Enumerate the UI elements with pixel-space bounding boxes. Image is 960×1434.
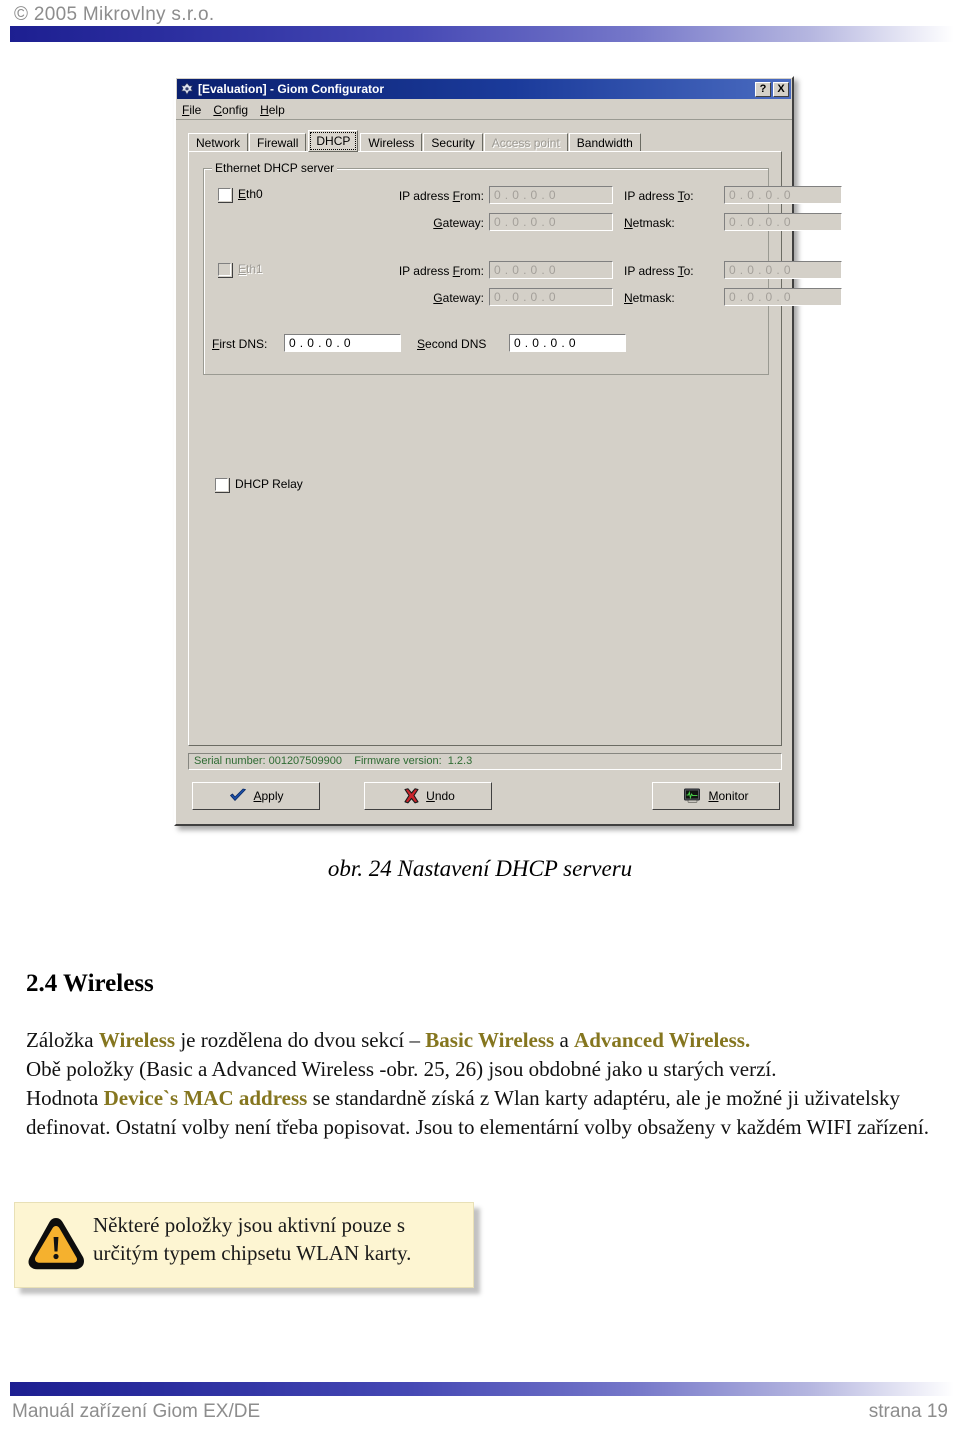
giom-configurator-window: [Evaluation] - Giom Configurator ? X Fil… — [174, 76, 842, 826]
tab-wireless[interactable]: Wireless — [360, 133, 423, 152]
body-text: Záložka Wireless je rozdělena do dvou se… — [26, 1026, 938, 1142]
eth1-ip-to-label: IP adress To: — [624, 264, 694, 278]
dhcp-relay-checkbox[interactable] — [215, 477, 228, 491]
monitor-icon — [683, 787, 703, 805]
p1-highlight-wireless: Wireless — [98, 1028, 176, 1052]
eth1-netmask-input: 0 . 0 . 0 . 0 — [724, 288, 842, 306]
undo-button-label: Undo — [426, 789, 455, 803]
eth0-ip-from-label: IP adress From: — [398, 189, 484, 203]
footer-page-number: strana 19 — [868, 1401, 948, 1422]
eth1-label: Eth1 — [238, 262, 263, 276]
eth1-checkbox-row: Eth1 — [218, 262, 263, 276]
page-header-copyright: © 2005 Mikrovlny s.r.o. — [14, 4, 215, 25]
monitor-button[interactable]: Monitor — [652, 782, 780, 810]
paragraph-2: Obě položky (Basic a Advanced Wireless -… — [26, 1057, 777, 1081]
eth0-ip-from-input[interactable]: 0 . 0 . 0 . 0 — [489, 186, 613, 204]
warning-callout: Některé položky jsou aktivní pouze s urč… — [14, 1202, 474, 1288]
eth1-ip-from-input: 0 . 0 . 0 . 0 — [489, 261, 613, 279]
eth0-netmask-input[interactable]: 0 . 0 . 0 . 0 — [724, 213, 842, 231]
undo-button[interactable]: Undo — [364, 782, 492, 810]
warning-triangle-icon — [23, 1213, 89, 1275]
eth1-netmask-label: Netmask: — [624, 291, 675, 305]
eth0-checkbox[interactable] — [218, 187, 231, 201]
tab-dhcp[interactable]: DHCP — [308, 130, 359, 152]
menu-bar: File Config Help — [176, 100, 792, 120]
window-titlebar[interactable]: [Evaluation] - Giom Configurator ? X — [177, 79, 791, 99]
tab-network[interactable]: Network — [188, 133, 249, 152]
paragraph-3: Hodnota Device`s MAC address se standard… — [26, 1084, 938, 1142]
second-dns-input[interactable]: 0 . 0 . 0 . 0 — [509, 334, 626, 352]
dhcp-tab-page: Ethernet DHCP server Eth0 IP adress From… — [188, 151, 842, 746]
apply-button[interactable]: Apply — [192, 782, 320, 810]
tab-bandwidth[interactable]: Bandwidth — [568, 133, 641, 152]
eth1-ip-from-label: IP adress From: — [398, 264, 484, 278]
app-logo-icon — [180, 82, 194, 96]
tab-firewall[interactable]: Firewall — [249, 133, 307, 152]
eth0-label: Eth0 — [238, 187, 263, 201]
p1-highlight-basic-wireless: Basic Wireless — [425, 1028, 555, 1052]
header-rule-bar — [10, 26, 954, 42]
eth0-ip-to-input[interactable]: 0 . 0 . 0 . 0 — [724, 186, 842, 204]
paragraph-1: Záložka Wireless je rozdělena do dvou se… — [26, 1026, 938, 1055]
menu-help-label: elp — [268, 102, 285, 117]
p1-text-a: Záložka — [26, 1028, 99, 1052]
blue-check-icon — [228, 787, 248, 805]
window-title: [Evaluation] - Giom Configurator — [198, 82, 384, 96]
tab-strip: Network Firewall DHCP Wireless Security … — [188, 130, 782, 152]
button-bar: Apply Undo Monitor — [188, 778, 782, 814]
p1-highlight-advanced-wireless: Advanced Wireless. — [574, 1028, 751, 1052]
eth0-ip-to-label: IP adress To: — [624, 189, 694, 203]
figure-caption: obr. 24 Nastavení DHCP serveru — [327, 856, 633, 881]
eth1-gateway-label: Gateway: — [433, 291, 484, 305]
footer-title: Manuál zařízení Giom EX/DE — [12, 1401, 261, 1422]
tab-access-point: Access point — [483, 133, 568, 152]
menu-file-label: ile — [189, 102, 202, 117]
menu-help[interactable]: Help — [260, 103, 285, 117]
eth1-checkbox — [218, 262, 231, 276]
menu-config-label: onfig — [222, 102, 249, 117]
eth0-gateway-input[interactable]: 0 . 0 . 0 . 0 — [489, 213, 613, 231]
menu-config[interactable]: Config — [213, 103, 248, 117]
monitor-button-label: Monitor — [708, 789, 749, 803]
eth0-gateway-label: Gateway: — [433, 216, 484, 230]
help-button[interactable]: ? — [755, 81, 771, 97]
eth1-gateway-input: 0 . 0 . 0 . 0 — [489, 288, 613, 306]
p1-text-c: a — [554, 1028, 575, 1052]
red-x-icon — [401, 787, 421, 805]
menu-file[interactable]: File — [182, 103, 201, 117]
eth0-netmask-label: Netmask: — [624, 216, 675, 230]
warning-callout-text: Některé položky jsou aktivní pouze s urč… — [93, 1213, 412, 1265]
first-dns-input[interactable]: 0 . 0 . 0 . 0 — [284, 334, 401, 352]
ethernet-dhcp-server-group: Ethernet DHCP server Eth0 IP adress From… — [203, 161, 842, 375]
page-title: 2.4 Wireless — [26, 970, 154, 997]
footer-rule-bar — [10, 1382, 954, 1396]
apply-button-label: Apply — [253, 789, 284, 803]
dhcp-relay-label: DHCP Relay — [235, 477, 303, 491]
document-page: © 2005 Mikrovlny s.r.o. [Evaluation] - G… — [0, 0, 960, 1434]
eth0-checkbox-row[interactable]: Eth0 — [218, 187, 263, 201]
eth1-ip-to-input: 0 . 0 . 0 . 0 — [724, 261, 842, 279]
p3-text-a: Hodnota — [26, 1086, 104, 1110]
group-title: Ethernet DHCP server — [212, 161, 338, 175]
dhcp-relay-row[interactable]: DHCP Relay — [215, 477, 303, 491]
p3-highlight-mac-address: Device`s MAC address — [103, 1086, 308, 1110]
status-bar: Serial number: 001207509900 Firmware ver… — [188, 753, 782, 770]
close-button[interactable]: X — [773, 81, 789, 97]
second-dns-label: Second DNS — [417, 337, 487, 351]
p1-text-b: je rozdělena do dvou sekcí – — [175, 1028, 426, 1052]
tab-security[interactable]: Security — [423, 133, 483, 152]
first-dns-label: First DNS: — [212, 337, 268, 351]
figure-screenshot: [Evaluation] - Giom Configurator ? X Fil… — [174, 76, 842, 826]
